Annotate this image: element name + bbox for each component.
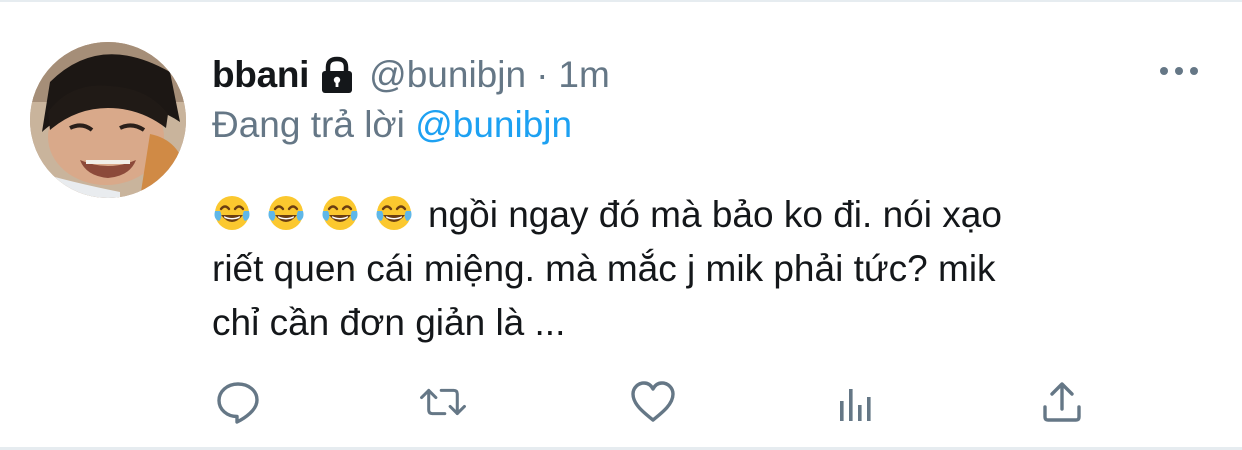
avatar[interactable] — [30, 42, 186, 198]
timestamp[interactable]: 1m — [558, 54, 609, 96]
replying-to-line: Đang trả lời @bunibjn — [212, 104, 572, 146]
top-divider — [0, 0, 1242, 2]
lock-icon — [319, 55, 355, 95]
display-name[interactable]: bbani — [212, 54, 309, 96]
face-with-tears-of-joy-icon — [268, 196, 304, 230]
face-with-tears-of-joy-icon — [376, 196, 412, 230]
emoji-row — [212, 194, 428, 235]
tweet-line-1: ngồi ngay đó mà bảo ko đi. nói xạo — [212, 188, 1192, 242]
avatar-photo — [30, 42, 186, 198]
replying-to-handle[interactable]: @bunibjn — [415, 104, 572, 145]
more-horizontal-icon[interactable] — [1156, 56, 1202, 86]
reply-button[interactable] — [213, 374, 263, 430]
retweet-icon — [420, 388, 466, 416]
reply-bubble-icon — [217, 382, 259, 424]
analytics-bars-icon — [840, 389, 871, 421]
separator-dot: · — [536, 54, 549, 95]
analytics-button[interactable] — [832, 374, 882, 430]
like-button[interactable] — [628, 374, 678, 430]
replying-prefix: Đang trả lời — [212, 104, 405, 145]
user-handle[interactable]: @bunibjn — [369, 54, 526, 96]
share-upload-icon — [1043, 382, 1081, 422]
tweet-text: ngồi ngay đó mà bảo ko đi. nói xạo riết … — [212, 188, 1192, 350]
tweet-actions — [0, 374, 1242, 430]
face-with-tears-of-joy-icon — [214, 196, 250, 230]
tweet-line-2: riết quen cái miệng. mà mắc j mik phải t… — [212, 248, 996, 289]
tweet-line-3: chỉ cần đơn giản là ... — [212, 302, 566, 343]
share-button[interactable] — [1037, 374, 1087, 430]
heart-icon — [631, 381, 675, 422]
retweet-button[interactable] — [418, 374, 468, 430]
tweet-text-line-1: ngồi ngay đó mà bảo ko đi. nói xạo — [428, 194, 1002, 235]
tweet-header: bbani @bunibjn · 1m — [212, 52, 610, 98]
face-with-tears-of-joy-icon — [322, 196, 358, 230]
